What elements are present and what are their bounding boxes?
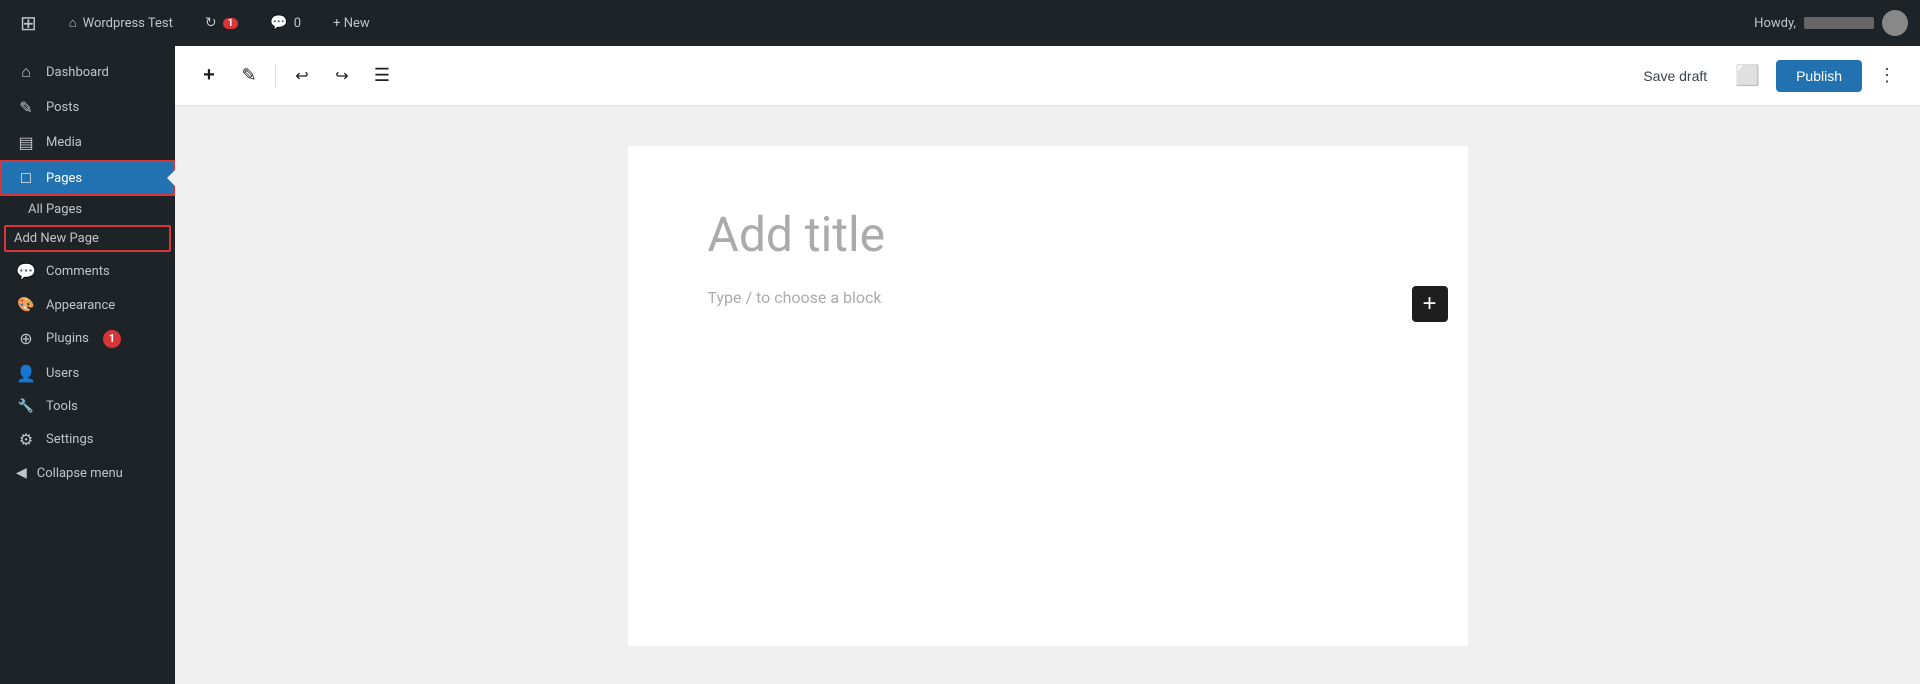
- sidebar-item-dashboard[interactable]: ⌂ Dashboard: [0, 54, 175, 90]
- save-draft-label: Save draft: [1643, 68, 1707, 84]
- editor-toolbar: + ✎ ↩ ↪ ☰ Save draft ⬜: [175, 46, 1920, 106]
- posts-icon: ✎: [16, 98, 36, 117]
- add-icon: +: [203, 64, 215, 87]
- sidebar-item-posts[interactable]: ✎ Posts: [0, 90, 175, 125]
- toolbar-right: Save draft ⬜ Publish ⋮: [1631, 59, 1904, 92]
- new-content-link[interactable]: + New: [325, 0, 378, 46]
- admin-bar: ⊞ ⌂ Wordpress Test ↻ 1 💬 0 + New Howdy,: [0, 0, 1920, 46]
- update-icon: ↻: [205, 15, 217, 31]
- add-block-toolbar-button[interactable]: +: [191, 58, 227, 94]
- sidebar-item-label: Tools: [46, 399, 78, 414]
- new-label: + New: [333, 16, 370, 31]
- pages-icon: □: [16, 168, 36, 188]
- sidebar-item-appearance[interactable]: 🎨 Appearance: [0, 289, 175, 321]
- block-list-button[interactable]: ☰: [364, 58, 400, 94]
- users-icon: 👤: [16, 364, 36, 383]
- collapse-label: Collapse menu: [37, 466, 123, 481]
- sidebar: ⌂ Dashboard ✎ Posts ▤ Media □ Pages All …: [0, 46, 175, 684]
- comments-icon: 💬: [270, 15, 287, 31]
- updates-link[interactable]: ↻ 1: [197, 0, 246, 46]
- more-options-button[interactable]: ⋮: [1870, 61, 1904, 90]
- avatar: [1882, 10, 1908, 36]
- sidebar-item-users[interactable]: 👤 Users: [0, 356, 175, 391]
- comments-menu-icon: 💬: [16, 262, 36, 281]
- title-area[interactable]: Add title: [708, 206, 1388, 264]
- wp-logo[interactable]: ⊞: [12, 0, 45, 46]
- sidebar-subitem-all-pages[interactable]: All Pages: [0, 196, 175, 223]
- undo-icon: ↩: [295, 66, 308, 86]
- sidebar-collapse[interactable]: ◀ Collapse menu: [0, 457, 175, 489]
- sidebar-item-label: Users: [46, 366, 79, 381]
- add-new-page-label: Add New Page: [14, 231, 99, 246]
- main-layout: ⌂ Dashboard ✎ Posts ▤ Media □ Pages All …: [0, 46, 1920, 684]
- save-draft-button[interactable]: Save draft: [1631, 62, 1719, 90]
- howdy-area: Howdy,: [1754, 10, 1908, 36]
- howdy-text: Howdy,: [1754, 16, 1796, 31]
- media-icon: ▤: [16, 133, 36, 152]
- update-count-badge: 1: [223, 18, 239, 29]
- home-icon: ⌂: [69, 15, 77, 31]
- editor-content: Add title Type / to choose a block +: [175, 106, 1920, 684]
- sidebar-item-label: Plugins: [46, 331, 89, 346]
- view-icon: ⬜: [1735, 65, 1760, 87]
- sidebar-item-label: Comments: [46, 264, 110, 279]
- settings-icon: ⚙: [16, 430, 36, 449]
- sidebar-item-label: Pages: [46, 171, 82, 186]
- comments-count: 0: [294, 16, 301, 31]
- sidebar-item-label: Settings: [46, 432, 93, 447]
- collapse-icon: ◀: [16, 465, 27, 481]
- content-area[interactable]: Type / to choose a block +: [708, 288, 1388, 307]
- sidebar-item-pages[interactable]: □ Pages: [0, 160, 175, 196]
- all-pages-label: All Pages: [28, 202, 82, 217]
- sidebar-item-tools[interactable]: 🔧 Tools: [0, 391, 175, 422]
- sidebar-item-label: Appearance: [46, 298, 115, 313]
- tools-icon: 🔧: [16, 399, 36, 414]
- sidebar-item-label: Media: [46, 135, 82, 150]
- more-icon: ⋮: [1878, 65, 1896, 85]
- site-name-link[interactable]: ⌂ Wordpress Test: [61, 0, 181, 46]
- title-placeholder: Add title: [708, 206, 886, 263]
- sidebar-item-label: Dashboard: [46, 65, 109, 80]
- sidebar-item-plugins[interactable]: ⊕ Plugins 1: [0, 321, 175, 356]
- dashboard-icon: ⌂: [16, 62, 36, 82]
- sidebar-arrow: [167, 170, 175, 186]
- pencil-icon: ✎: [241, 65, 256, 86]
- plugins-badge: 1: [103, 330, 121, 348]
- edit-mode-button[interactable]: ✎: [231, 58, 267, 94]
- content-placeholder: Type / to choose a block: [708, 288, 882, 307]
- view-toggle-button[interactable]: ⬜: [1727, 59, 1768, 92]
- editor-area: + ✎ ↩ ↪ ☰ Save draft ⬜: [175, 46, 1920, 684]
- site-name-text: Wordpress Test: [83, 16, 173, 31]
- sidebar-subitem-add-new-page[interactable]: Add New Page: [4, 225, 171, 252]
- list-icon: ☰: [374, 65, 390, 86]
- sidebar-item-settings[interactable]: ⚙ Settings: [0, 422, 175, 457]
- publish-label: Publish: [1796, 68, 1842, 84]
- toolbar-sep-1: [275, 64, 276, 88]
- undo-button[interactable]: ↩: [284, 58, 320, 94]
- username-text: [1804, 17, 1874, 29]
- sidebar-item-comments[interactable]: 💬 Comments: [0, 254, 175, 289]
- editor-inner: Add title Type / to choose a block +: [628, 146, 1468, 646]
- add-block-floating-button[interactable]: +: [1412, 286, 1448, 322]
- publish-button[interactable]: Publish: [1776, 60, 1862, 92]
- redo-icon: ↪: [335, 66, 348, 86]
- sidebar-item-media[interactable]: ▤ Media: [0, 125, 175, 160]
- comments-link[interactable]: 💬 0: [262, 0, 309, 46]
- wp-icon: ⊞: [20, 11, 37, 35]
- redo-button[interactable]: ↪: [324, 58, 360, 94]
- sidebar-item-label: Posts: [46, 100, 79, 115]
- plugins-icon: ⊕: [16, 329, 36, 348]
- add-block-floating-icon: +: [1422, 292, 1436, 316]
- appearance-icon: 🎨: [16, 297, 36, 313]
